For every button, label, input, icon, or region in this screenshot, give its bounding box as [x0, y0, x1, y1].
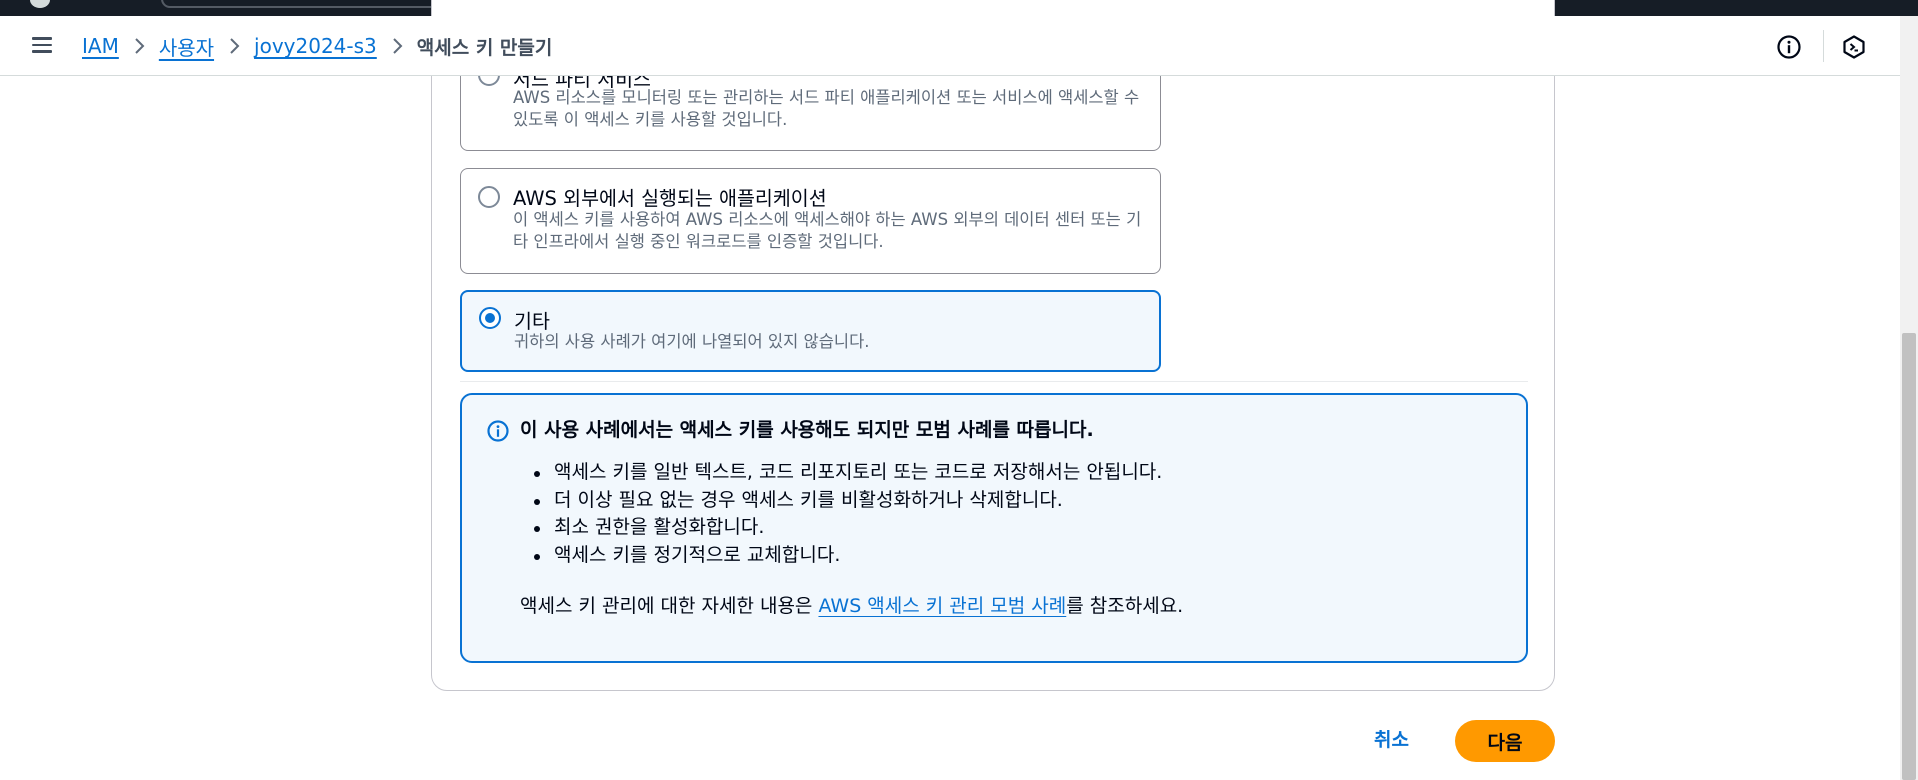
breadcrumb-current: 액세스 키 만들기 [416, 36, 553, 59]
breadcrumb-iam[interactable]: IAM [82, 34, 119, 58]
aws-logo-fragment [30, 0, 50, 8]
scrollbar-thumb[interactable] [1902, 333, 1916, 780]
breadcrumb-user[interactable]: jovy2024-s3 [254, 34, 377, 58]
option-third-party-service[interactable]: 서드 파티 서비스 AWS 리소스를 모니터링 또는 관리하는 서드 파티 애플… [460, 42, 1161, 151]
info-alert: 이 사용 사례에서는 액세스 키를 사용해도 되지만 모범 사례를 따릅니다. … [460, 393, 1528, 663]
cloudshell-icon[interactable] [1841, 34, 1867, 60]
info-circle-icon[interactable] [1776, 34, 1802, 60]
option-description: 이 액세스 키를 사용하여 AWS 리소스에 액세스해야 하는 AWS 외부의 … [513, 210, 1142, 251]
toolbar-divider [1823, 30, 1824, 62]
footer-prefix: 액세스 키 관리에 대한 자세한 내용은 [520, 595, 819, 617]
option-description: 귀하의 사용 사례가 여기에 나열되어 있지 않습니다. [514, 332, 870, 351]
radio-button[interactable] [478, 64, 500, 86]
list-item: 액세스 키를 정기적으로 교체합니다. [533, 542, 1162, 570]
chevron-right-icon [133, 37, 145, 55]
divider [460, 381, 1528, 382]
option-title: AWS 외부에서 실행되는 애플리케이션 [513, 187, 827, 210]
next-button[interactable]: 다음 [1455, 720, 1555, 762]
chevron-right-icon [228, 37, 240, 55]
option-other[interactable]: 기타 귀하의 사용 사례가 여기에 나열되어 있지 않습니다. [460, 290, 1161, 372]
alert-title: 이 사용 사례에서는 액세스 키를 사용해도 되지만 모범 사례를 따릅니다. [520, 419, 1094, 441]
hamburger-menu-icon[interactable] [30, 34, 54, 58]
alert-list: 액세스 키를 일반 텍스트, 코드 리포지토리 또는 코드로 저장해서는 안됩니… [533, 459, 1162, 570]
option-external-application[interactable]: AWS 외부에서 실행되는 애플리케이션 이 액세스 키를 사용하여 AWS 리… [460, 168, 1161, 274]
chevron-right-icon [391, 37, 403, 55]
list-item: 최소 권한을 활성화합니다. [533, 514, 1162, 542]
option-description: AWS 리소스를 모니터링 또는 관리하는 서드 파티 애플리케이션 또는 서비… [513, 88, 1140, 129]
breadcrumb: IAM 사용자 jovy2024-s3 액세스 키 만들기 [82, 30, 552, 62]
list-item: 액세스 키를 일반 텍스트, 코드 리포지토리 또는 코드로 저장해서는 안됩니… [533, 459, 1162, 487]
radio-button[interactable] [478, 186, 500, 208]
alert-footer: 액세스 키 관리에 대한 자세한 내용은 AWS 액세스 키 관리 모범 사례를… [520, 591, 1183, 618]
list-item: 더 이상 필요 없는 경우 액세스 키를 비활성화하거나 삭제합니다. [533, 487, 1162, 515]
radio-button-selected[interactable] [479, 307, 501, 329]
footer-suffix: 를 참조하세요. [1066, 595, 1184, 617]
breadcrumb-users[interactable]: 사용자 [159, 32, 214, 61]
option-title: 기타 [514, 310, 550, 333]
best-practices-link[interactable]: AWS 액세스 키 관리 모범 사례 [818, 595, 1066, 617]
info-circle-icon [486, 419, 510, 443]
cancel-button[interactable]: 취소 [1358, 722, 1425, 758]
